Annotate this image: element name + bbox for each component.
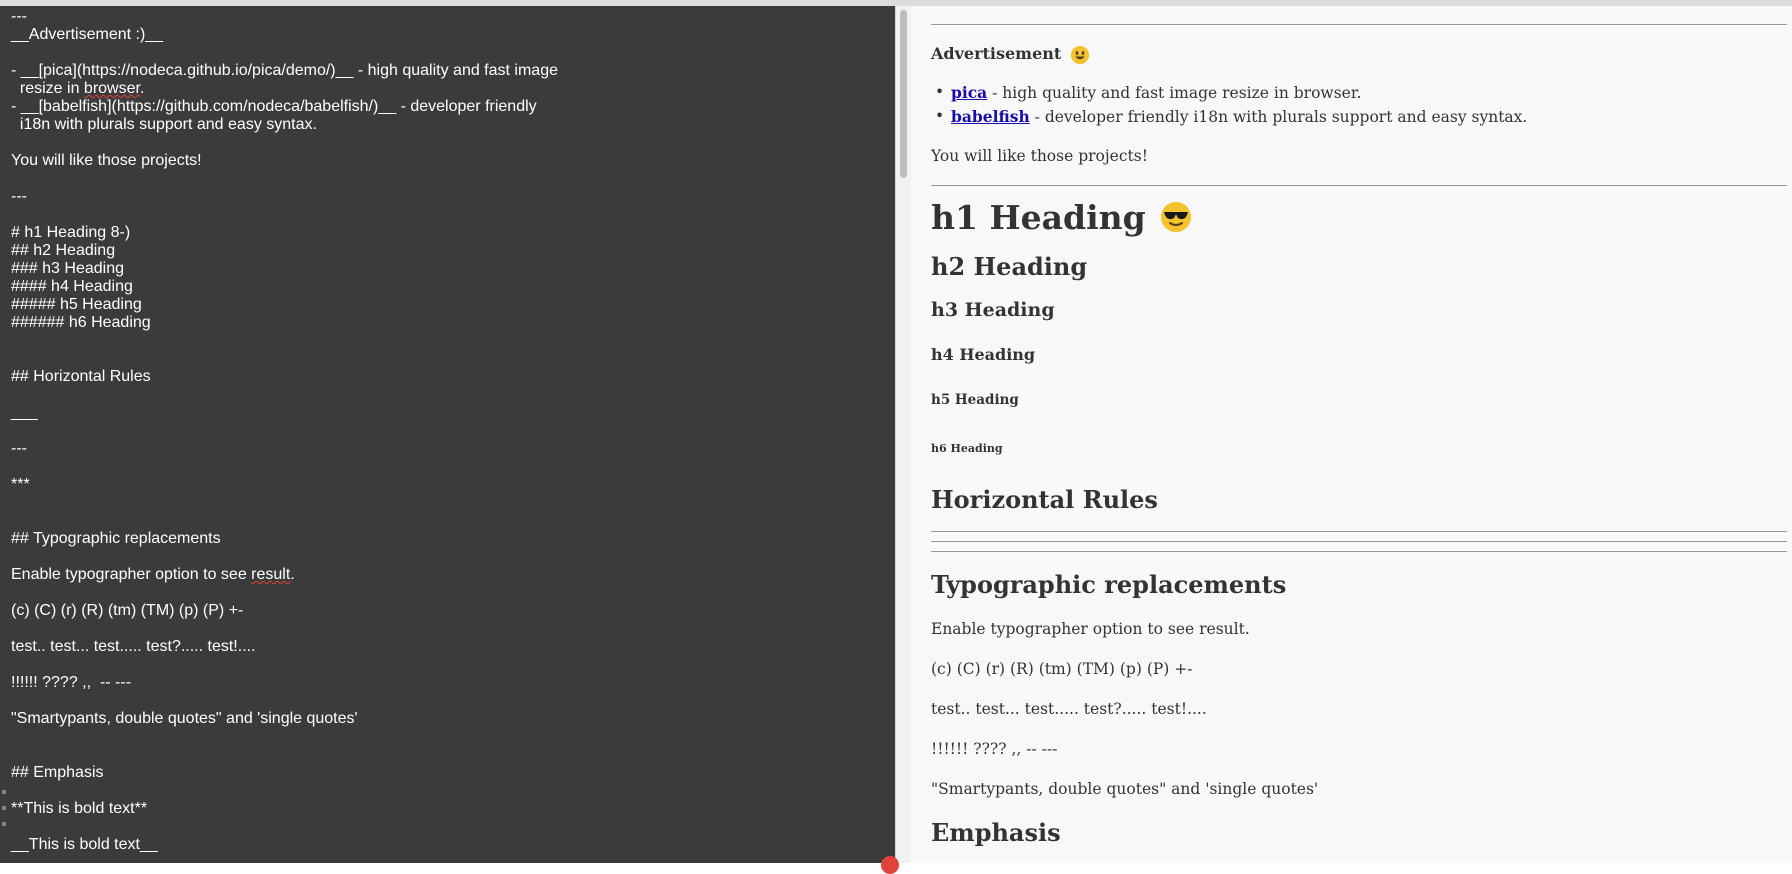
editor-line[interactable]: ## Typographic replacements <box>11 530 221 548</box>
editor-line[interactable]: "Smartypants, double quotes" and 'single… <box>11 710 358 728</box>
markdown-editor[interactable]: --- __Advertisement :)__ - __[pica](https:… <box>0 6 895 863</box>
advertisement-title-text: Advertisement <box>931 44 1062 63</box>
h4-heading: h4 Heading <box>931 345 1036 364</box>
editor-line[interactable]: You will like those projects! <box>11 152 202 170</box>
projects-paragraph: You will like those projects! <box>931 147 1148 165</box>
list-item-babelfish: babelfish - developer friendly i18n with… <box>935 107 1528 126</box>
sunglasses-emoji-icon <box>1161 202 1192 232</box>
gutter-marker <box>2 806 6 810</box>
quotes-paragraph: "Smartypants, double quotes" and 'single… <box>931 780 1319 798</box>
editor-line[interactable]: *** <box>11 476 30 494</box>
horizontal-rule <box>931 551 1787 552</box>
horizontal-rule <box>931 185 1787 186</box>
list-item-pica: pica - high quality and fast image resiz… <box>935 83 1362 102</box>
editor-line[interactable]: (c) (C) (r) (R) (tm) (TM) (p) (P) +- <box>11 602 243 620</box>
editor-line[interactable]: ## Horizontal Rules <box>11 368 151 386</box>
editor-line[interactable]: **This is bold text** <box>11 800 147 818</box>
horizontal-rule <box>931 531 1787 532</box>
scroll-thumb[interactable] <box>900 10 907 178</box>
editor-line[interactable]: ### h3 Heading <box>11 260 124 278</box>
editor-line[interactable]: ###### h6 Heading <box>11 314 151 332</box>
tests-paragraph: test.. test... test..... test?..... test… <box>931 700 1207 718</box>
punctuation-paragraph: !!!!!! ???? ,, -- --- <box>931 740 1058 758</box>
h5-heading: h5 Heading <box>931 392 1019 408</box>
symbols-paragraph: (c) (C) (r) (R) (tm) (TM) (p) (P) +- <box>931 660 1193 678</box>
editor-line[interactable]: - __[babelfish](https://github.com/nodec… <box>11 98 537 116</box>
editor-line[interactable]: # h1 Heading 8-) <box>11 224 130 242</box>
h3-heading: h3 Heading <box>931 299 1055 321</box>
editor-line[interactable]: resize in browser. <box>11 80 145 98</box>
advertisement-title: Advertisement <box>931 44 1089 64</box>
editor-line[interactable]: i18n with plurals support and easy synta… <box>11 116 317 134</box>
markdown-preview: Advertisement pica - high quality and fa… <box>911 6 1792 863</box>
editor-line[interactable]: - __[pica](https://nodeca.github.io/pica… <box>11 62 558 80</box>
editor-line[interactable]: __This is bold text__ <box>11 836 158 854</box>
editor-line[interactable]: ## Emphasis <box>11 764 104 782</box>
h6-heading: h6 Heading <box>931 442 1003 455</box>
editor-gutter <box>0 786 8 836</box>
babelfish-link[interactable]: babelfish <box>951 107 1030 126</box>
horizontal-rule <box>931 24 1787 25</box>
gutter-marker <box>2 790 6 794</box>
horizontal-rules-heading: Horizontal Rules <box>931 485 1158 514</box>
h1-heading: h1 Heading <box>931 198 1192 237</box>
emphasis-heading: Emphasis <box>931 818 1061 847</box>
smiley-emoji-icon <box>1070 45 1089 64</box>
editor-line[interactable]: --- <box>11 188 27 206</box>
editor-line[interactable]: --- <box>11 440 27 458</box>
pica-link[interactable]: pica <box>951 83 987 102</box>
editor-line[interactable]: !!!!!! ???? ,, -- --- <box>11 674 131 692</box>
editor-line[interactable]: #### h4 Heading <box>11 278 133 296</box>
editor-line[interactable]: Enable typographer option to see result. <box>11 566 295 584</box>
typographic-heading: Typographic replacements <box>931 570 1287 599</box>
notification-dot[interactable] <box>881 856 899 874</box>
h1-heading-text: h1 Heading <box>931 198 1146 237</box>
gutter-marker <box>2 822 6 826</box>
typographer-paragraph: Enable typographer option to see result. <box>931 620 1250 638</box>
editor-line[interactable]: __Advertisement :)__ <box>11 26 163 44</box>
spelling-error-mark: result <box>251 566 291 583</box>
pica-description: - high quality and fast image resize in … <box>987 84 1362 102</box>
editor-line[interactable]: ___ <box>11 404 38 422</box>
editor-line[interactable]: --- <box>11 8 27 26</box>
editor-line[interactable]: ##### h5 Heading <box>11 296 142 314</box>
editor-line[interactable]: test.. test... test..... test?..... test… <box>11 638 256 656</box>
horizontal-rule <box>931 541 1787 542</box>
editor-scrollbar[interactable] <box>895 6 911 863</box>
h2-heading: h2 Heading <box>931 252 1088 281</box>
editor-line[interactable]: ## h2 Heading <box>11 242 115 260</box>
babelfish-description: - developer friendly i18n with plurals s… <box>1029 108 1528 126</box>
spelling-error-mark: browser <box>83 80 140 97</box>
